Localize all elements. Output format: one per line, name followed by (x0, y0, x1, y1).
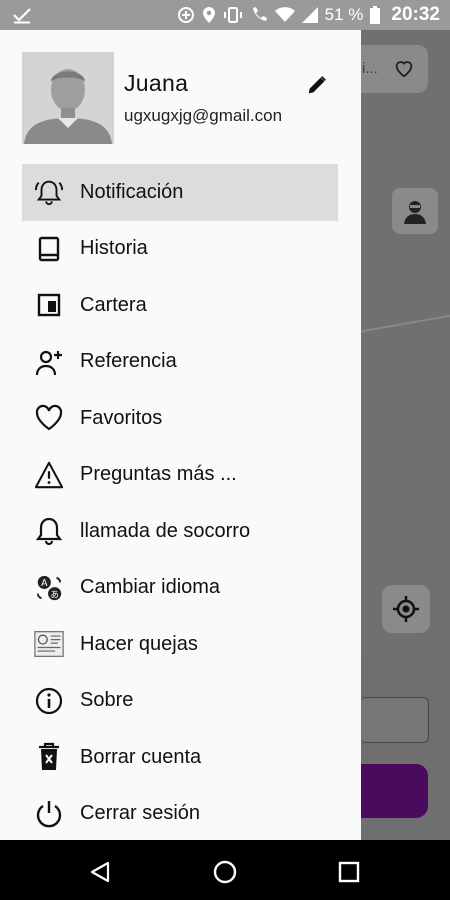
battery-icon (370, 6, 381, 24)
user-email: ugxugxjg@gmail.con (124, 106, 283, 125)
person-add-icon (34, 347, 64, 377)
menu-item-label: Cartera (80, 293, 147, 316)
menu-item-favoritos[interactable]: Favoritos (22, 390, 338, 447)
driver-avatar-button[interactable] (392, 188, 438, 234)
bell-icon (34, 516, 64, 546)
pencil-icon[interactable] (306, 74, 328, 96)
complaint-icon (34, 629, 64, 659)
book-icon (34, 234, 64, 264)
download-done-icon (13, 8, 31, 24)
svg-text:あ: あ (50, 589, 58, 599)
menu-item-label: Borrar cuenta (80, 745, 202, 768)
menu-item-preguntas[interactable]: Preguntas más ... (22, 447, 338, 504)
bell-ringing-icon (34, 177, 64, 207)
destination-input[interactable] (360, 697, 429, 743)
home-circle-icon[interactable] (212, 859, 238, 885)
drawer-menu: Notificación Historia Cartera Referencia… (22, 164, 338, 842)
menu-item-label: Cambiar idioma (80, 576, 221, 599)
menu-item-label: llamada de socorro (80, 519, 251, 542)
menu-item-historia[interactable]: Historia (22, 221, 338, 278)
translate-icon: Aあ (34, 573, 64, 603)
search-pill-text: i... (362, 60, 378, 77)
user-name: Juana (124, 70, 189, 96)
menu-item-notificacion[interactable]: Notificación (22, 164, 338, 221)
navigation-drawer: Juana ugxugxjg@gmail.con Notificación Hi… (0, 30, 361, 840)
menu-item-socorro[interactable]: llamada de socorro (22, 503, 338, 560)
back-triangle-icon[interactable] (88, 860, 112, 884)
menu-item-label: Referencia (80, 350, 177, 373)
power-icon (34, 799, 64, 829)
menu-item-label: Cerrar sesión (80, 802, 201, 825)
vibrate-icon (223, 7, 242, 23)
trash-icon (34, 742, 64, 772)
menu-item-label: Hacer quejas (80, 632, 198, 655)
menu-item-label: Sobre (80, 689, 134, 712)
menu-item-quejas[interactable]: Hacer quejas (22, 616, 338, 673)
location-icon (202, 7, 215, 23)
recents-square-icon[interactable] (338, 861, 360, 883)
info-icon (34, 686, 64, 716)
menu-item-idioma[interactable]: Aあ Cambiar idioma (22, 560, 338, 617)
menu-item-cartera[interactable]: Cartera (22, 277, 338, 334)
signal-icon (301, 7, 318, 23)
warning-icon (34, 460, 64, 490)
avatar[interactable] (22, 52, 114, 144)
wifi-call-icon (252, 7, 267, 21)
menu-item-label: Favoritos (80, 406, 163, 429)
svg-text:A: A (41, 578, 48, 589)
request-button[interactable] (360, 764, 428, 818)
menu-item-label: Historia (80, 237, 148, 260)
battery-percent: 51 % (324, 5, 364, 24)
menu-item-borrar-cuenta[interactable]: Borrar cuenta (22, 729, 338, 786)
data-saver-icon (177, 7, 194, 23)
menu-item-label: Notificación (80, 180, 184, 203)
menu-item-referencia[interactable]: Referencia (22, 334, 338, 391)
heart-icon (34, 403, 64, 433)
wallet-icon (34, 290, 64, 320)
gps-target-icon (393, 596, 419, 622)
clock: 20:32 (391, 4, 440, 25)
menu-item-cerrar-sesion[interactable]: Cerrar sesión (22, 786, 338, 843)
menu-item-sobre[interactable]: Sobre (22, 673, 338, 730)
wifi-icon (274, 7, 295, 22)
status-bar: 51 % 20:32 (0, 0, 450, 30)
driver-avatar-icon (404, 201, 426, 224)
heart-icon[interactable] (393, 57, 415, 79)
avatar-placeholder-icon (22, 52, 114, 144)
menu-item-label: Preguntas más ... (80, 463, 237, 486)
gps-button[interactable] (382, 585, 430, 633)
